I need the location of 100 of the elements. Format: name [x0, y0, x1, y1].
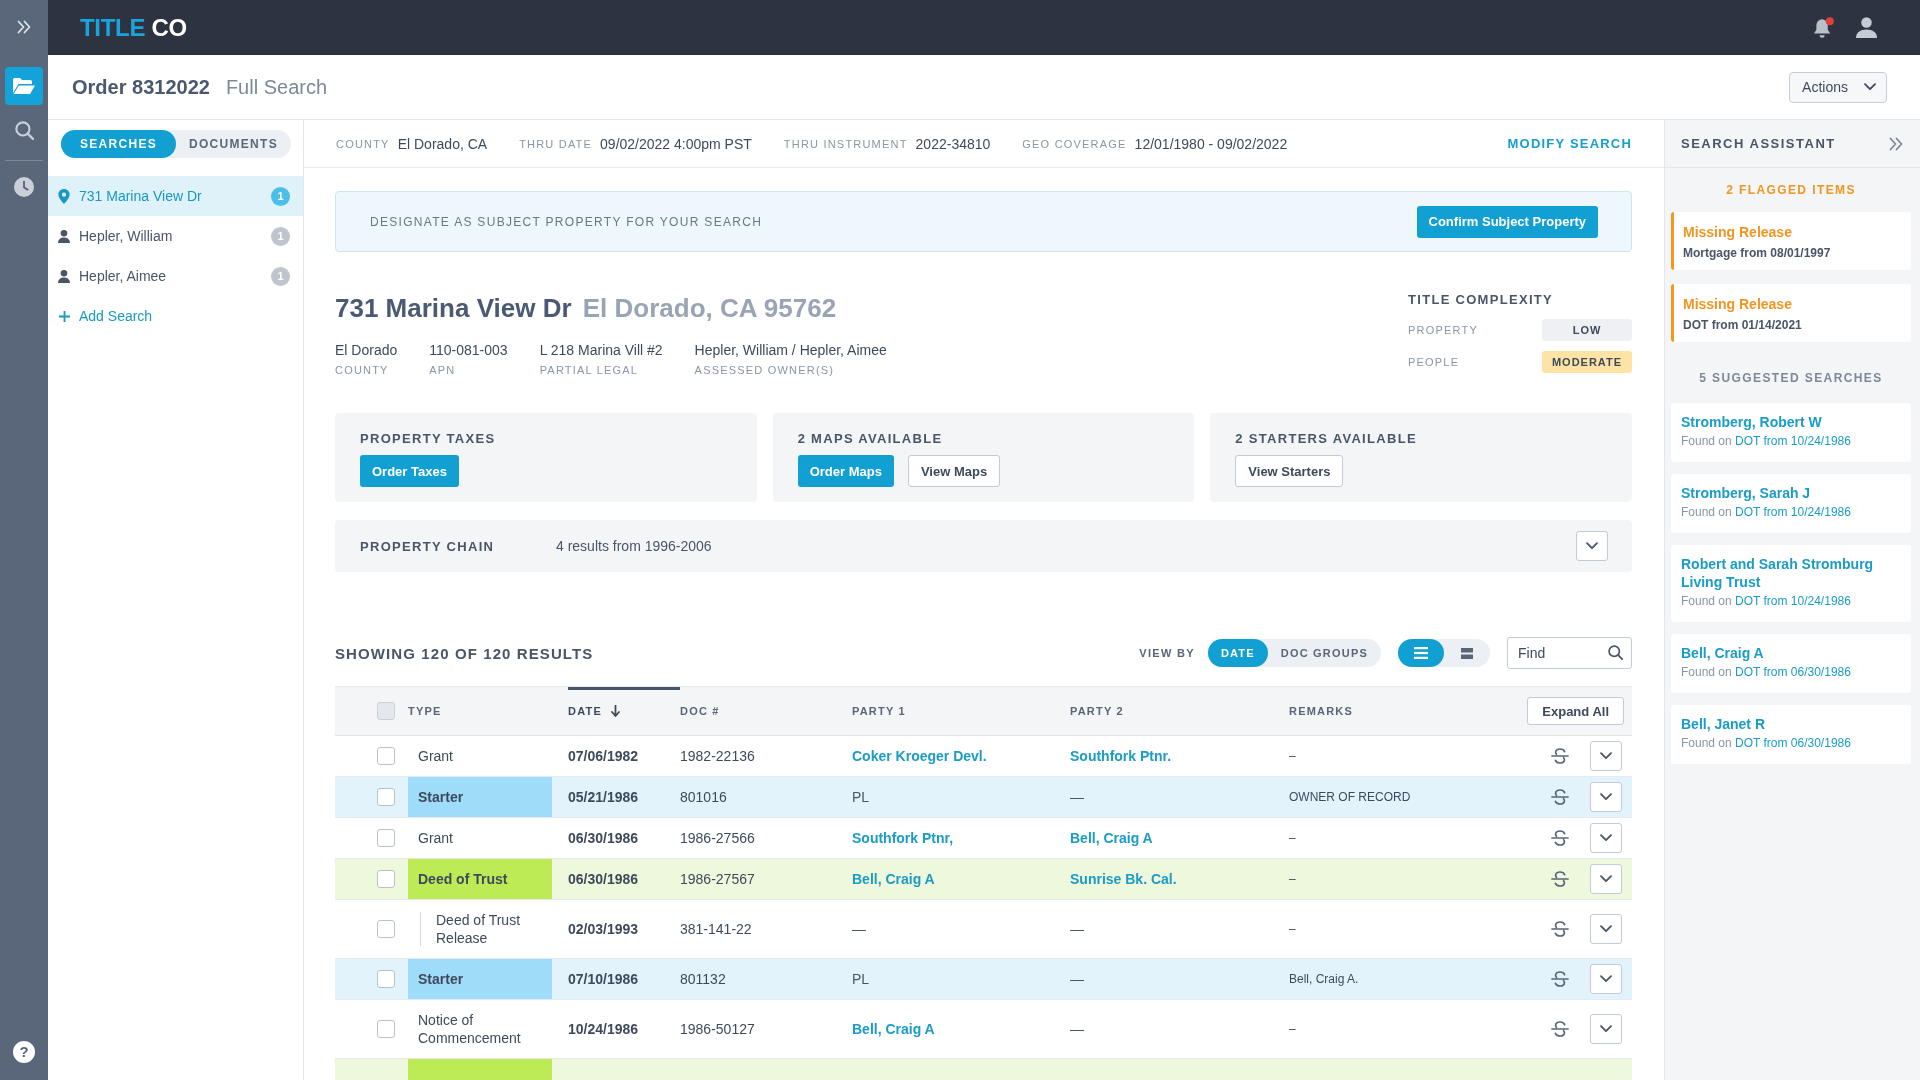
expand-row-button[interactable]: [1590, 1014, 1622, 1044]
strikethrough-icon[interactable]: [1551, 829, 1569, 847]
row-checkbox[interactable]: [377, 1020, 395, 1038]
strikethrough-icon[interactable]: [1551, 920, 1569, 938]
document-link[interactable]: DOT from 10/24/1986: [1735, 594, 1851, 608]
action-button[interactable]: View Maps: [907, 455, 1001, 487]
row-checkbox[interactable]: [377, 788, 395, 806]
expand-row-button[interactable]: [1590, 782, 1622, 812]
document-link[interactable]: DOT from 06/30/1986: [1735, 736, 1851, 750]
doc-number: 1982-22136: [680, 748, 755, 764]
suggestion-link[interactable]: Stromberg, Sarah J: [1681, 484, 1811, 502]
record-date: 07/10/1986: [568, 971, 639, 987]
row-checkbox[interactable]: [377, 970, 395, 988]
flag-detail: Mortgage from 08/01/1997: [1683, 245, 1831, 261]
user-icon[interactable]: [1856, 17, 1877, 38]
row-checkbox[interactable]: [377, 747, 395, 765]
remarks-text: –: [1289, 831, 1296, 845]
expand-row-button[interactable]: [1590, 741, 1622, 771]
actions-dropdown[interactable]: Actions: [1789, 71, 1887, 103]
chevron-down-icon: [1586, 542, 1598, 550]
modify-search-link[interactable]: MODIFY SEARCH: [1507, 136, 1632, 151]
strikethrough-icon[interactable]: [1551, 747, 1569, 765]
help-button[interactable]: ?: [13, 1041, 35, 1063]
suggestion-link[interactable]: Robert and Sarah Stromburg Living Trust: [1681, 555, 1901, 591]
expand-row-button[interactable]: [1590, 823, 1622, 853]
suggestion-link[interactable]: Bell, Janet R: [1681, 715, 1766, 733]
suggestion-link[interactable]: Stromberg, Robert W: [1681, 413, 1822, 431]
column-header[interactable]: PARTY 1: [852, 687, 1070, 735]
locality-heading: El Dorado, CA 95762: [582, 293, 837, 323]
party-name: —: [1070, 921, 1084, 937]
strikethrough-icon[interactable]: [1551, 1020, 1569, 1038]
banner-text: DESIGNATE AS SUBJECT PROPERTY FOR YOUR SEARCH: [370, 214, 763, 229]
party-link[interactable]: Bell, Craig A: [1070, 830, 1153, 846]
action-button[interactable]: View Starters: [1235, 455, 1344, 487]
person-icon: [58, 229, 70, 243]
expand-row-button[interactable]: [1590, 964, 1622, 994]
criteria-value: 12/01/1980 - 09/02/2022: [1134, 135, 1288, 152]
fact-label: COUNTY: [335, 363, 390, 377]
party-link[interactable]: Coker Kroeger Devl.: [852, 748, 987, 764]
party-link[interactable]: Bell, Craig A: [852, 1021, 935, 1037]
column-header[interactable]: DOC #: [680, 687, 852, 735]
fact-value: L 218 Marina Vill #2: [539, 342, 663, 359]
found-on-text: Found on DOT from 10/24/1986: [1681, 504, 1851, 520]
record-date: 05/21/1986: [568, 789, 639, 805]
select-all-checkbox[interactable]: [377, 702, 395, 720]
search-type: Full Search: [225, 75, 328, 99]
view-option[interactable]: DOC GROUPS: [1267, 639, 1381, 667]
bell-icon[interactable]: [1813, 16, 1834, 39]
tab[interactable]: SEARCHES: [61, 130, 176, 158]
search-item[interactable]: 731 Marina View Dr 1: [48, 176, 303, 216]
strikethrough-icon[interactable]: [1551, 870, 1569, 888]
document-type: Grant: [418, 747, 453, 765]
tab[interactable]: DOCUMENTS: [176, 130, 291, 158]
suggestion-link[interactable]: Bell, Craig A: [1681, 644, 1764, 662]
document-type: Starter: [408, 959, 552, 999]
found-on-text: Found on DOT from 06/30/1986: [1681, 735, 1851, 751]
complexity-label: PEOPLE: [1408, 356, 1460, 368]
remarks-text: –: [1289, 922, 1296, 936]
document-link[interactable]: DOT from 10/24/1986: [1735, 505, 1851, 519]
count-badge: 1: [271, 266, 290, 286]
party-link[interactable]: Southfork Ptnr.: [1070, 748, 1172, 764]
column-header[interactable]: DATE: [568, 687, 680, 735]
record-date: 06/30/1986: [568, 871, 639, 887]
column-header[interactable]: PARTY 2: [1070, 687, 1289, 735]
criteria-value: El Dorado, CA: [397, 135, 488, 152]
confirm-button[interactable]: Confirm Subject Property: [1416, 205, 1598, 238]
party-link[interactable]: Bell, Craig A: [852, 871, 935, 887]
strikethrough-icon[interactable]: [1551, 970, 1569, 988]
record-date: 02/03/1993: [568, 921, 639, 937]
document-link[interactable]: DOT from 06/30/1986: [1735, 665, 1851, 679]
document-link[interactable]: DOT from 10/24/1986: [1735, 434, 1851, 448]
fact-value: El Dorado: [335, 342, 398, 359]
column-header[interactable]: REMARKS: [1289, 687, 1528, 735]
expand-all-button[interactable]: Expand All: [1527, 697, 1624, 725]
search-item[interactable]: Hepler, William 1: [48, 216, 303, 256]
search-item[interactable]: Hepler, Aimee 1: [48, 256, 303, 296]
expand-row-button[interactable]: [1590, 864, 1622, 894]
rows-icon: [1461, 647, 1473, 659]
logo: TITLE CO: [80, 13, 187, 42]
double-chevron-icon[interactable]: [1889, 136, 1903, 151]
nav-button[interactable]: [5, 67, 43, 105]
row-checkbox[interactable]: [377, 920, 395, 938]
list-icon: [1414, 647, 1428, 659]
count-badge: 1: [271, 226, 290, 246]
row-checkbox[interactable]: [377, 829, 395, 847]
action-button[interactable]: Order Taxes: [360, 455, 459, 487]
party-name: —: [1070, 971, 1084, 987]
party-link[interactable]: Sunrise Bk. Cal.: [1070, 871, 1177, 887]
action-button[interactable]: Order Maps: [797, 455, 894, 487]
find-field[interactable]: Find: [1507, 637, 1632, 669]
view-option[interactable]: DATE: [1207, 639, 1268, 667]
column-header[interactable]: TYPE: [408, 687, 568, 735]
layout-option[interactable]: [1398, 639, 1444, 667]
expand-chain-button[interactable]: [1576, 531, 1608, 561]
row-checkbox[interactable]: [377, 870, 395, 888]
party-link[interactable]: Southfork Ptnr,: [852, 830, 954, 846]
strikethrough-icon[interactable]: [1551, 788, 1569, 806]
expand-row-button[interactable]: [1590, 914, 1622, 944]
criteria-value: 2022-34810: [915, 135, 991, 152]
add-search-link[interactable]: Add Search: [48, 296, 153, 336]
